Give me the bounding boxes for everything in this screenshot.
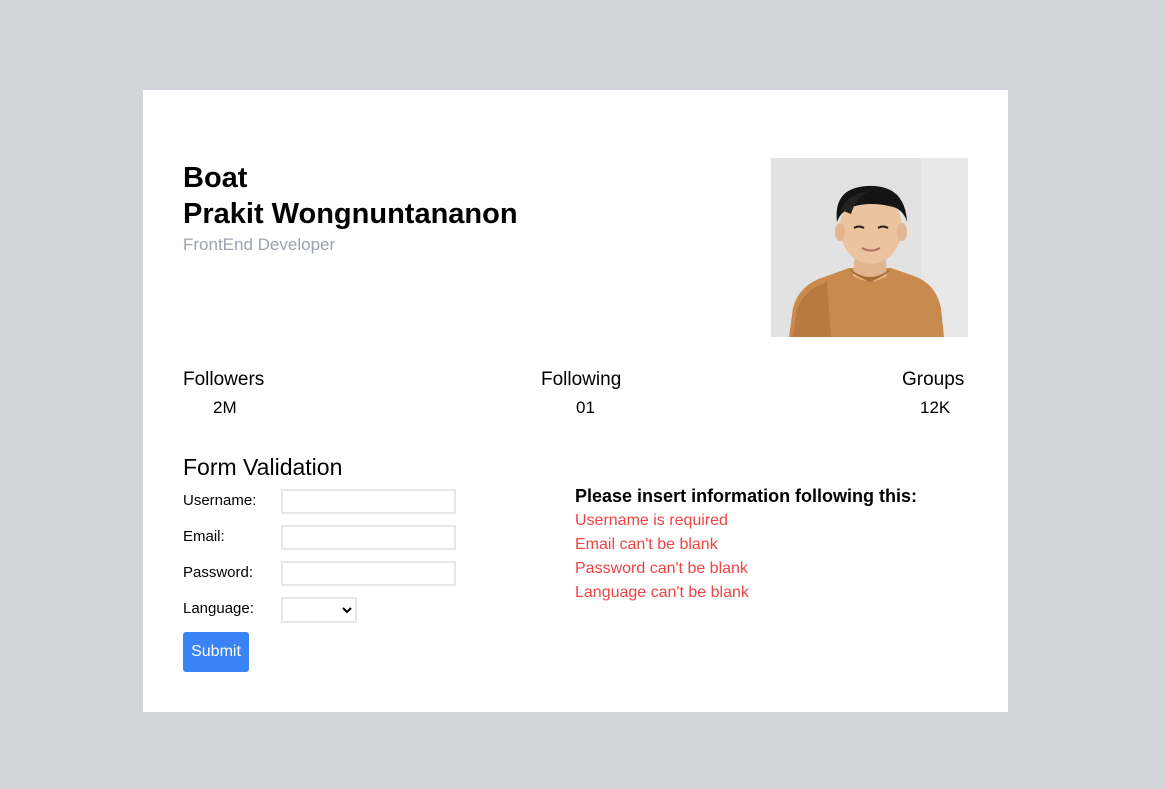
profile-role: FrontEnd Developer (183, 235, 336, 254)
username-label: Username: (183, 492, 257, 509)
avatar (771, 158, 968, 337)
stat-groups-value: 12K (920, 398, 951, 417)
stat-followers-value: 2M (213, 398, 237, 417)
error-email: Email can't be blank (575, 536, 718, 553)
profile-nickname: Boat (183, 162, 248, 194)
errors-title: Please insert information following this… (575, 486, 918, 506)
error-password: Password can't be blank (575, 560, 748, 577)
avatar-photo-icon (771, 158, 968, 337)
stat-groups-label: Groups (902, 369, 965, 390)
error-language: Language can't be blank (575, 584, 749, 601)
form-title: Form Validation (183, 454, 343, 480)
email-input[interactable] (281, 525, 456, 550)
email-label: Email: (183, 528, 225, 545)
username-input[interactable] (281, 489, 456, 514)
language-select[interactable] (281, 597, 357, 623)
language-label: Language: (183, 600, 254, 617)
stat-following-label: Following (541, 369, 622, 390)
stat-followers-label: Followers (183, 369, 265, 390)
profile-full-name: Prakit Wongnuntananon (183, 198, 518, 230)
submit-button[interactable]: Submit (183, 632, 249, 672)
password-label: Password: (183, 564, 254, 581)
profile-card: Boat Prakit Wongnuntananon FrontEnd Deve… (143, 90, 1008, 712)
stat-following-value: 01 (576, 398, 595, 417)
error-username: Username is required (575, 512, 728, 529)
password-input[interactable] (281, 561, 456, 586)
